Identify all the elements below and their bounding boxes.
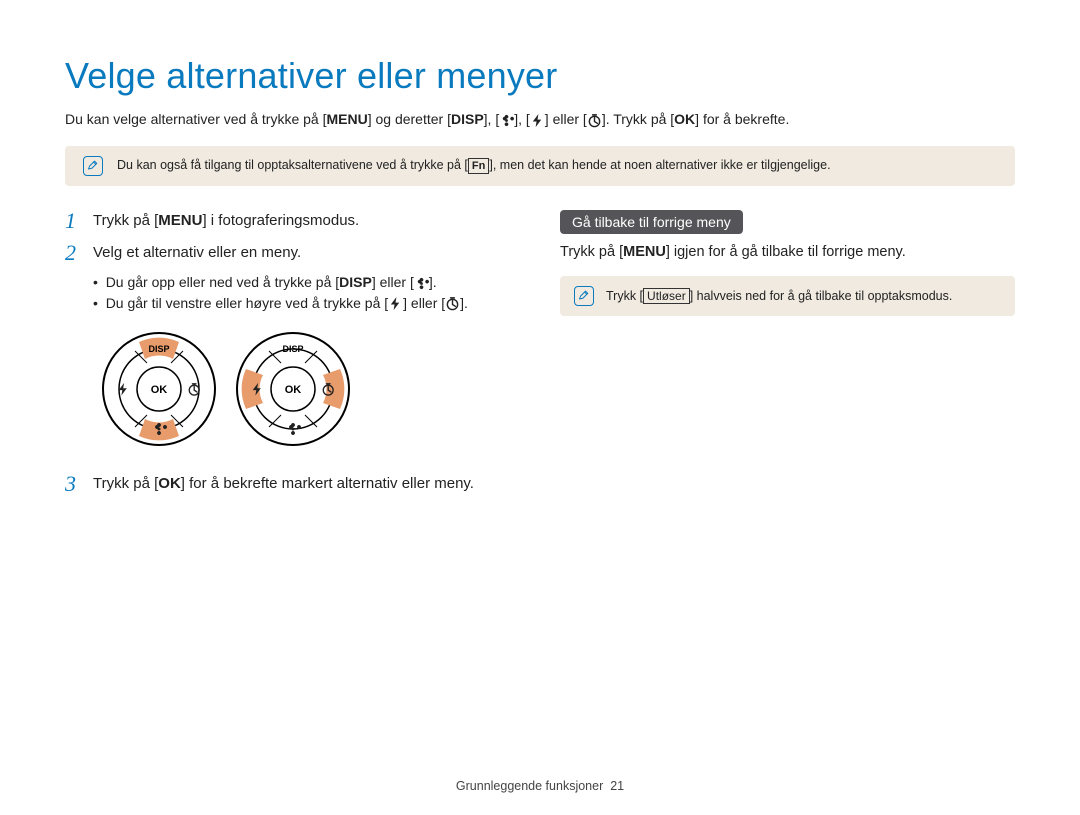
note-text: Du kan også få tilgang til opptaksaltern… [117,158,831,174]
page-title: Velge alternativer eller menyer [65,55,1015,97]
text: ] eller [ [545,111,587,127]
text: Du går opp eller ned ved å trykke på [ [106,274,339,290]
text: Du kan også få tilgang til opptaksaltern… [117,158,468,172]
shutter-label: Utløser [643,288,690,304]
step-number: 1 [65,210,83,232]
text: ]. Trykk på [ [602,111,674,127]
timer-icon [445,296,460,311]
step-number: 3 [65,473,83,495]
pencil-icon [574,286,594,306]
text: Du går til venstre eller høyre ved å try… [106,295,388,311]
disp-label: DISP [148,344,169,354]
menu-label: MENU [326,111,367,127]
text: Trykk på [ [93,212,158,229]
footer-section: Grunnleggende funksjoner [456,779,603,793]
page-number: 21 [610,779,624,793]
page-footer: Grunnleggende funksjoner 21 [0,779,1080,793]
text: Trykk på [ [93,475,158,492]
dial-left-right: DISP OK [233,329,353,449]
text: ], [ [514,111,530,127]
text: ]. [429,274,437,290]
text: ], [ [484,111,500,127]
intro-paragraph: Du kan velge alternativer ved å trykke p… [65,111,1015,128]
right-column: Gå tilbake til forrige meny Trykk på [ME… [560,210,1015,506]
flash-icon [530,113,545,128]
text: ] eller [ [403,295,445,311]
dial-up-down: DISP OK [99,329,219,449]
note-box: Trykk [Utløser] halvveis ned for å gå ti… [560,276,1015,316]
step-2: 2 Velg et alternativ eller en meny. [65,242,520,264]
text: ]. [460,295,468,311]
text: ] igjen for å gå tilbake til forrige men… [666,244,906,260]
control-dials: DISP OK D [99,329,520,449]
note-text: Trykk [Utløser] halvveis ned for å gå ti… [606,288,952,304]
left-column: 1 Trykk på [MENU] i fotograferingsmodus.… [65,210,520,506]
text: Trykk [ [606,289,643,303]
flower-icon [414,276,429,291]
step-3: 3 Trykk på [OK] for å bekrefte markert a… [65,473,520,495]
text: ] og deretter [ [368,111,451,127]
disp-label: DISP [451,111,484,127]
bullet: • Du går opp eller ned ved å trykke på [… [93,274,520,291]
bullet-list: • Du går opp eller ned ved å trykke på [… [93,274,520,312]
text: Trykk på [ [560,244,623,260]
ok-label: OK [674,111,695,127]
svg-text:DISP: DISP [282,344,303,354]
text: ] for å bekrefte. [695,111,789,127]
timer-icon [587,113,602,128]
disp-label: DISP [339,274,372,290]
flash-icon [388,296,403,311]
fn-label: Fn [468,158,489,174]
step-1: 1 Trykk på [MENU] i fotograferingsmodus. [65,210,520,232]
menu-label: MENU [158,212,202,229]
ok-label: OK [158,475,181,492]
menu-label: MENU [623,244,666,260]
flower-icon [499,113,514,128]
ok-label: OK [151,384,168,396]
text: ] eller [ [372,274,414,290]
text: ] for å bekrefte markert alternativ elle… [181,475,474,492]
text: ], men det kan hende at noen alternative… [489,158,830,172]
step-number: 2 [65,242,83,264]
bullet: • Du går til venstre eller høyre ved å t… [93,295,520,312]
go-back-text: Trykk på [MENU] igjen for å gå tilbake t… [560,244,1015,260]
text: ] halvveis ned for å gå tilbake til oppt… [690,289,953,303]
text: ] i fotograferingsmodus. [202,212,359,229]
text: Velg et alternativ eller en meny. [93,242,301,264]
note-box: Du kan også få tilgang til opptaksaltern… [65,146,1015,186]
pencil-icon [83,156,103,176]
svg-text:OK: OK [285,384,302,396]
go-back-heading: Gå tilbake til forrige meny [560,210,743,234]
text: Du kan velge alternativer ved å trykke p… [65,111,326,127]
